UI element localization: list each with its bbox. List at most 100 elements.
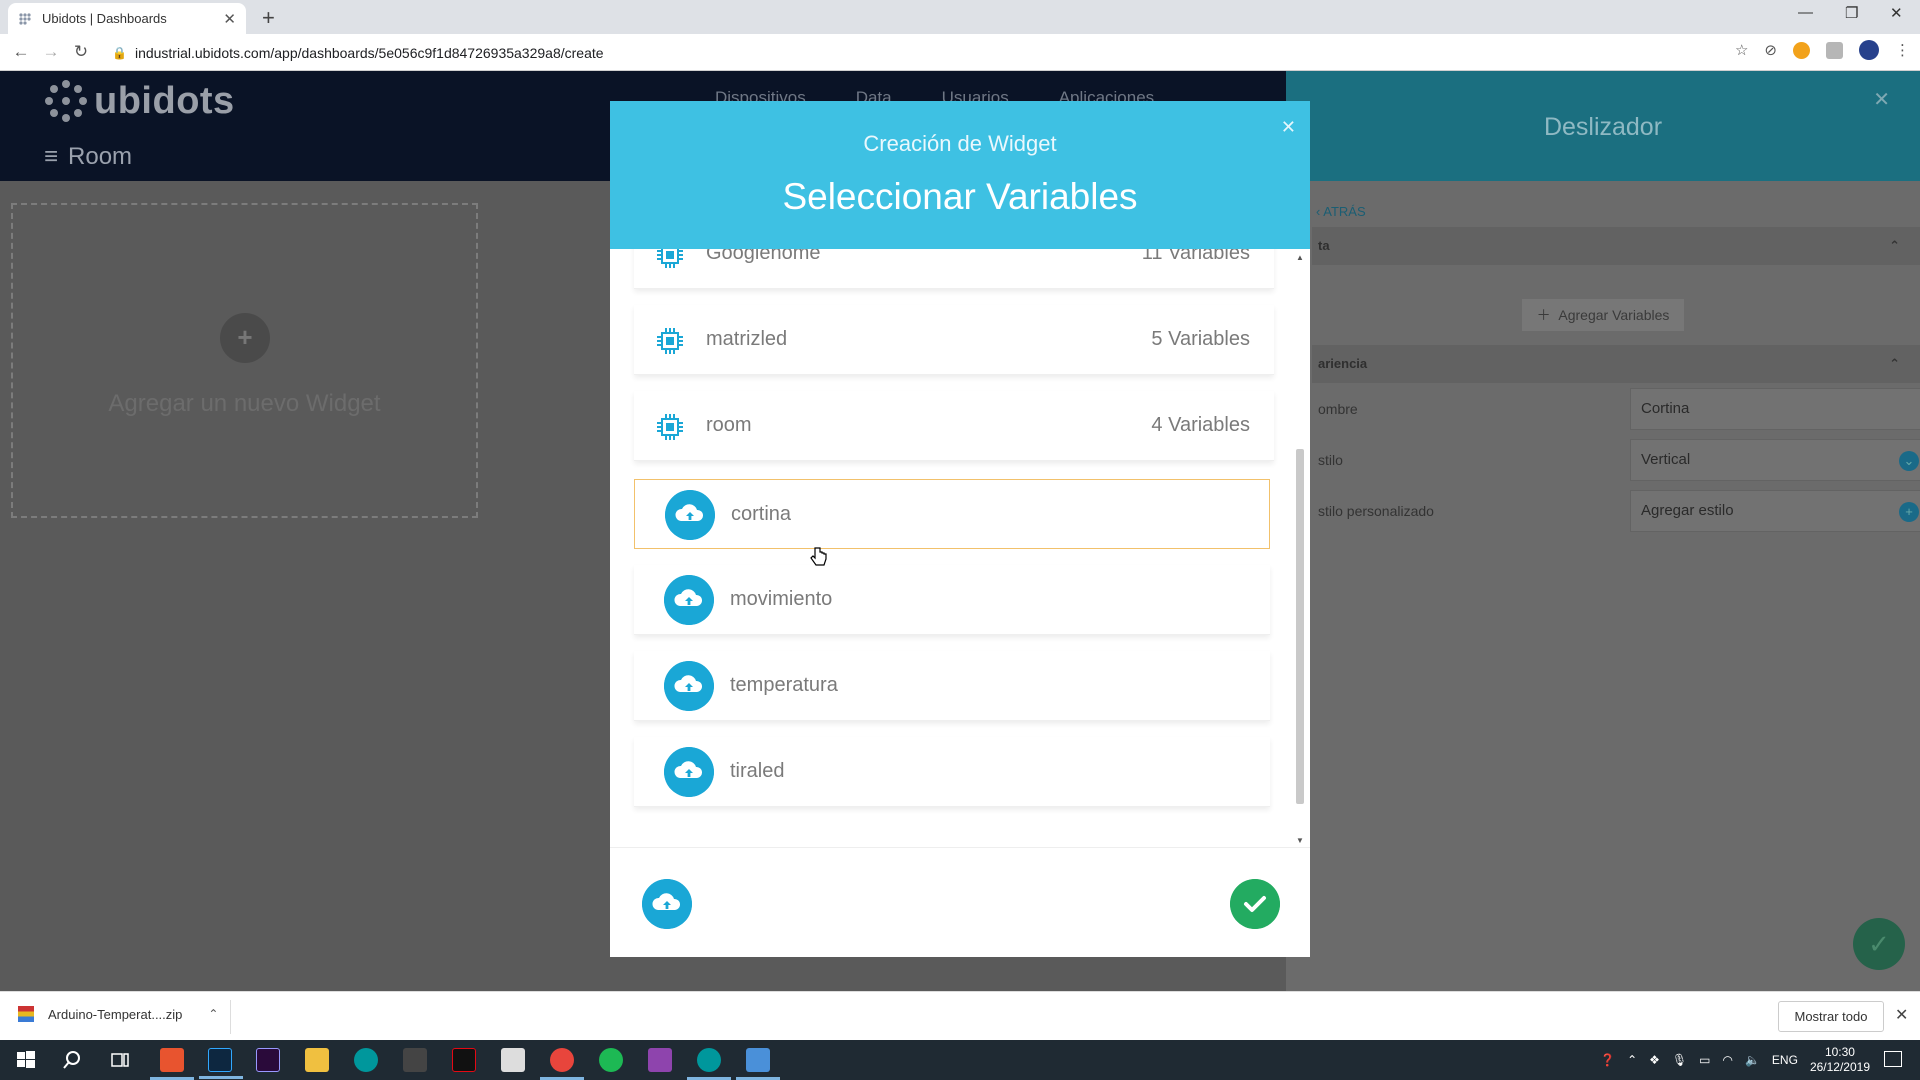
chevron-up-icon[interactable]: ⌃: [1627, 1053, 1637, 1067]
netflix-icon[interactable]: [452, 1048, 476, 1072]
close-tab-icon[interactable]: ✕: [223, 10, 236, 28]
help-icon[interactable]: ❓: [1600, 1053, 1615, 1067]
cast-extension-icon[interactable]: [1826, 41, 1843, 59]
logo-text: ubidots: [94, 79, 235, 122]
back-link[interactable]: ‹ ATRÁS: [1316, 204, 1366, 219]
dashboard-header[interactable]: ≡ Room: [44, 143, 132, 171]
mail-icon[interactable]: [501, 1048, 525, 1072]
reload-icon[interactable]: ↻: [66, 42, 96, 62]
close-downloads-icon[interactable]: ✕: [1895, 1005, 1908, 1025]
microphone-icon[interactable]: 🎙: [1672, 1053, 1687, 1067]
spotify-icon[interactable]: [599, 1048, 623, 1072]
panel-title: Deslizador: [1543, 113, 1663, 141]
section-data[interactable]: ta ⌃: [1312, 227, 1920, 265]
extension-icon[interactable]: [1793, 41, 1810, 59]
panel-confirm-button[interactable]: ✓: [1853, 918, 1905, 970]
download-item[interactable]: Arduino-Temperat....zip ⌃: [18, 1006, 218, 1022]
plus-icon[interactable]: +: [1899, 502, 1919, 522]
windows-start-icon[interactable]: [14, 1048, 38, 1072]
app-icon-c[interactable]: [150, 1048, 194, 1080]
lock-icon: 🔒: [112, 45, 127, 60]
show-all-button[interactable]: Mostrar todo: [1778, 1001, 1884, 1032]
device-item[interactable]: room 4 Variables: [634, 391, 1274, 461]
chrome-icon[interactable]: [540, 1048, 584, 1080]
restore-icon[interactable]: ❐: [1845, 4, 1858, 22]
chip-icon: [657, 249, 683, 268]
whatsapp-icon[interactable]: [648, 1048, 672, 1072]
hand-cursor-icon: [810, 547, 827, 566]
add-widget-placeholder[interactable]: + Agregar un nuevo Widget: [11, 203, 478, 518]
menu-kebab-icon[interactable]: ⋮: [1895, 41, 1910, 59]
chevron-up-icon: ⌃: [1889, 238, 1900, 253]
modal-subtitle: Creación de Widget: [863, 131, 1057, 156]
browser-toolbar: ← → ↻ 🔒 industrial.ubidots.com/app/dashb…: [0, 34, 1920, 71]
cloud-upload-icon: [664, 747, 714, 797]
variable-item[interactable]: movimiento: [634, 565, 1270, 635]
battery-icon[interactable]: ▭: [1699, 1053, 1710, 1067]
add-widget-plus-icon[interactable]: +: [220, 313, 270, 363]
device-item[interactable]: Googlehome 11 Variables: [634, 249, 1274, 289]
scroll-down-icon[interactable]: ▼: [1293, 836, 1307, 845]
new-tab-icon[interactable]: +: [262, 5, 275, 31]
cloud-upload-icon: [665, 490, 715, 540]
variable-item[interactable]: temperatura: [634, 651, 1270, 721]
bookmark-star-icon[interactable]: ☆: [1735, 41, 1748, 59]
premiere-icon[interactable]: [256, 1048, 280, 1072]
custom-style-input[interactable]: Agregar estilo +: [1630, 490, 1920, 532]
clock[interactable]: 10:30 26/12/2019: [1810, 1045, 1870, 1075]
device-item[interactable]: matrizled 5 Variables: [634, 305, 1274, 375]
browser-tab[interactable]: Ubidots | Dashboards ✕: [8, 3, 246, 34]
device-variable-count: 4 Variables: [1151, 414, 1250, 436]
wifi-icon[interactable]: ◠: [1722, 1053, 1732, 1067]
arduino-ide-icon[interactable]: [687, 1048, 731, 1080]
close-window-icon[interactable]: ✕: [1890, 4, 1903, 22]
variable-item-selected[interactable]: cortina: [634, 479, 1270, 549]
volume-icon[interactable]: 🔈: [1745, 1053, 1760, 1067]
back-arrow-icon[interactable]: ←: [6, 42, 36, 62]
ubidots-logo-icon: [45, 80, 87, 122]
variable-name: movimiento: [730, 588, 833, 610]
modal-close-icon[interactable]: ✕: [1281, 117, 1296, 138]
name-input[interactable]: Cortina: [1630, 388, 1920, 430]
scroll-up-icon[interactable]: ▲: [1293, 253, 1307, 262]
store-icon[interactable]: [403, 1048, 427, 1072]
forward-arrow-icon[interactable]: →: [36, 42, 66, 62]
app-icon-cloud[interactable]: [736, 1048, 780, 1080]
download-filename: Arduino-Temperat....zip: [48, 1006, 183, 1022]
profile-avatar-icon[interactable]: [1859, 40, 1879, 60]
chip-icon: [657, 328, 683, 354]
notification-icon[interactable]: [1884, 1051, 1902, 1067]
dropbox-icon[interactable]: ❖: [1649, 1053, 1660, 1067]
address-bar[interactable]: 🔒 industrial.ubidots.com/app/dashboards/…: [112, 39, 1732, 66]
minimize-icon[interactable]: —: [1798, 4, 1813, 21]
add-variables-button[interactable]: ＋ Agregar Variables: [1522, 299, 1684, 331]
panel-close-icon[interactable]: ✕: [1873, 87, 1890, 112]
zip-file-icon: [18, 1006, 34, 1022]
file-explorer-icon[interactable]: [305, 1048, 329, 1072]
variable-item[interactable]: tiraled: [634, 737, 1270, 807]
arduino-icon[interactable]: [354, 1048, 378, 1072]
style-select[interactable]: Vertical ⌄: [1630, 439, 1920, 481]
chevron-up-icon[interactable]: ⌃: [208, 1007, 218, 1021]
section-appearance[interactable]: ariencia ⌃: [1312, 345, 1920, 383]
chip-icon: [657, 414, 683, 440]
chevron-up-icon: ⌃: [1889, 356, 1900, 371]
field-style: stilo Vertical ⌄: [1312, 439, 1920, 483]
task-view-icon[interactable]: [108, 1048, 132, 1072]
divider: [230, 1000, 231, 1034]
confirm-button[interactable]: [1230, 879, 1280, 929]
block-extension-icon[interactable]: ⊘: [1764, 41, 1777, 59]
cloud-upload-icon: [664, 661, 714, 711]
upload-variable-button[interactable]: [642, 879, 692, 929]
language-indicator[interactable]: ENG: [1772, 1053, 1798, 1067]
hamburger-menu-icon[interactable]: ≡: [44, 143, 58, 171]
downloads-bar: Arduino-Temperat....zip ⌃ Mostrar todo ✕: [0, 991, 1920, 1040]
device-name: matrizled: [706, 328, 788, 350]
photoshop-icon[interactable]: [199, 1048, 243, 1079]
list-scrollbar[interactable]: ▲ ▼: [1293, 249, 1307, 847]
ubidots-logo[interactable]: ubidots: [44, 79, 235, 123]
modal-title: Seleccionar Variables: [782, 176, 1138, 217]
scrollbar-thumb[interactable]: [1296, 449, 1304, 804]
windows-taskbar: ❓ ⌃ ❖ 🎙 ▭ ◠ 🔈 ENG 10:30 26/12/2019: [0, 1040, 1920, 1080]
search-icon[interactable]: [60, 1048, 84, 1072]
